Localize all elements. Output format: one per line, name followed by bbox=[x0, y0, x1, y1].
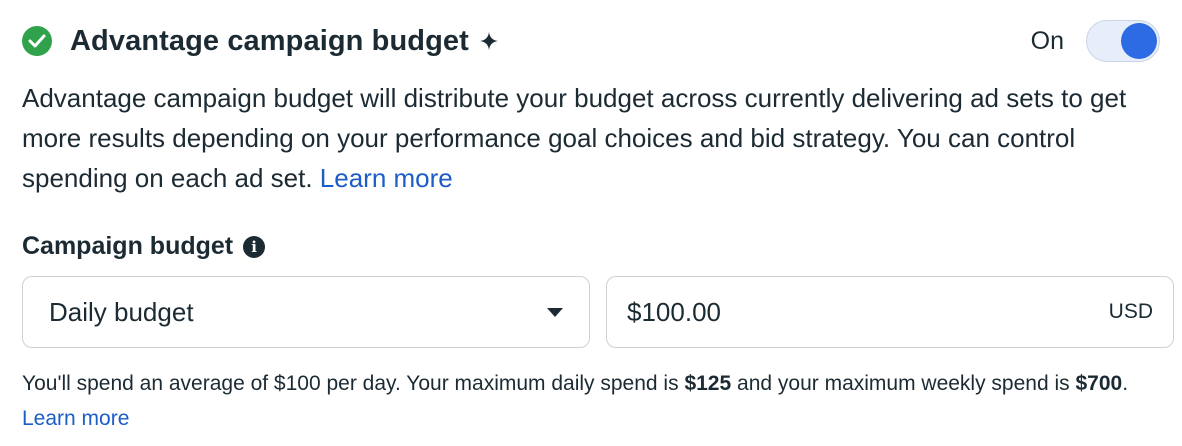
advantage-budget-header: Advantage campaign budget On bbox=[22, 20, 1160, 62]
campaign-budget-label: Campaign budget i bbox=[22, 232, 266, 261]
spend-note-part2: and your maximum weekly spend is bbox=[737, 372, 1070, 395]
description-text: Advantage campaign budget will distribut… bbox=[22, 83, 1127, 193]
spend-note: You'll spend an average of $100 per day.… bbox=[22, 366, 1162, 436]
max-weekly-spend: $700 bbox=[1075, 372, 1123, 395]
advantage-budget-toggle[interactable] bbox=[1086, 20, 1160, 62]
budget-amount-input[interactable]: $100.00 USD bbox=[606, 276, 1174, 348]
sparkle-icon bbox=[479, 31, 499, 51]
max-daily-spend: $125 bbox=[684, 372, 732, 395]
spend-learn-more-link[interactable]: Learn more bbox=[22, 407, 129, 430]
description: Advantage campaign budget will distribut… bbox=[22, 78, 1162, 198]
section-title: Advantage campaign budget bbox=[70, 24, 469, 57]
budget-amount-value: $100.00 bbox=[627, 296, 721, 327]
spend-note-part1: You'll spend an average of $100 per day.… bbox=[22, 372, 679, 395]
learn-more-link[interactable]: Learn more bbox=[320, 163, 453, 193]
spend-note-part3: . bbox=[1122, 372, 1129, 395]
advantage-toggle-group: On bbox=[1031, 20, 1160, 62]
toggle-knob bbox=[1121, 23, 1157, 59]
campaign-budget-label-text: Campaign budget bbox=[22, 232, 234, 260]
currency-label: USD bbox=[1108, 300, 1153, 323]
budget-type-dropdown[interactable]: Daily budget bbox=[22, 276, 590, 348]
budget-type-value: Daily budget bbox=[49, 296, 194, 327]
caret-down-icon bbox=[547, 307, 563, 317]
info-icon[interactable]: i bbox=[243, 235, 266, 258]
check-circle-icon bbox=[22, 26, 52, 56]
toggle-label: On bbox=[1030, 26, 1064, 55]
